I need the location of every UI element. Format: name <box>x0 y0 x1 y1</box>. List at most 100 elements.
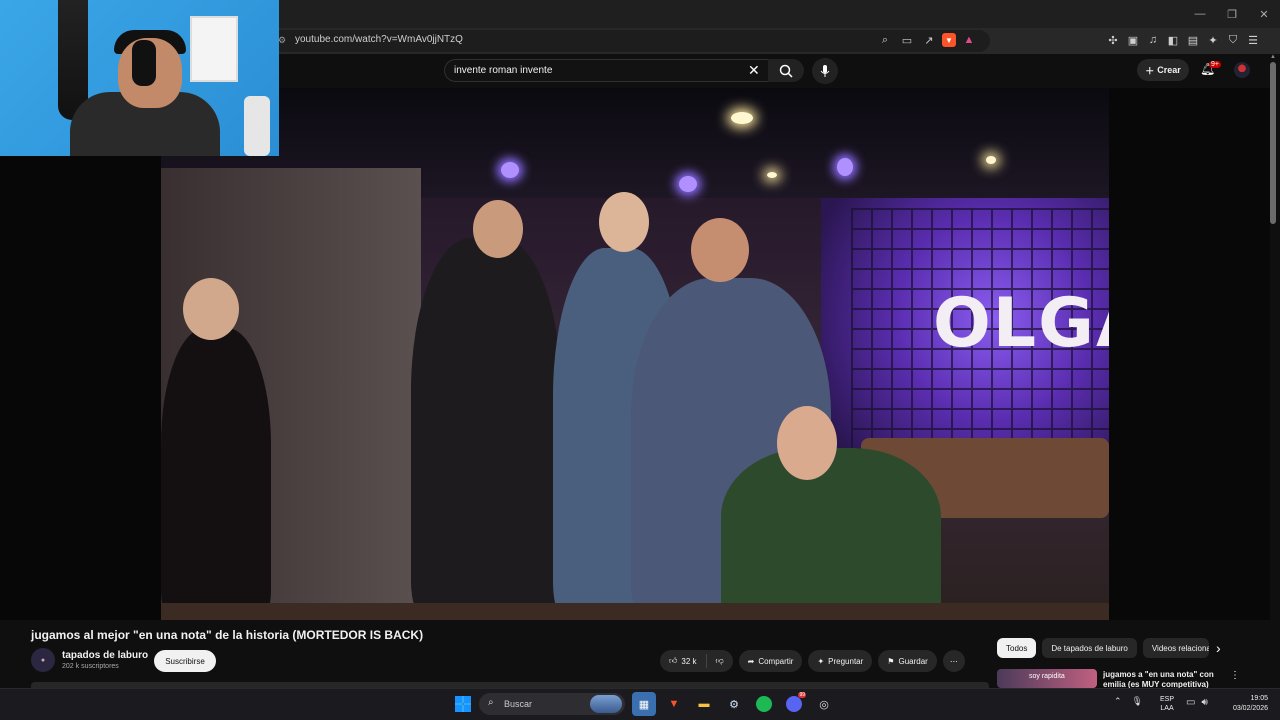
account-avatar[interactable] <box>1234 62 1250 78</box>
chip-channel[interactable]: De tapados de laburo <box>1042 638 1137 658</box>
like-button[interactable]: 👍︎ 32 k <box>660 650 706 672</box>
recommended-thumbnail[interactable]: soy rapidita <box>997 669 1097 688</box>
scroll-up-icon[interactable]: ▲ <box>1270 54 1276 60</box>
file-explorer-icon[interactable]: ▬ <box>692 692 716 716</box>
chip-all[interactable]: Todos <box>997 638 1037 658</box>
kebab-menu-icon[interactable]: ⋮ <box>1230 670 1240 681</box>
search-icon: ⌕ <box>488 697 494 708</box>
person-green-jacket <box>721 448 941 620</box>
leo-ai-icon[interactable]: ✦ <box>1204 31 1222 49</box>
task-view-icon[interactable]: ▦ <box>632 692 656 716</box>
person-head <box>691 218 749 282</box>
wall-poster <box>190 16 238 82</box>
more-actions-button[interactable]: ⋯ <box>942 650 965 672</box>
recommendation-chips: Todos De tapados de laburo Videos relaci… <box>997 638 1209 658</box>
water-bottle <box>244 96 270 156</box>
more-icon: ⋯ <box>949 656 958 666</box>
extensions-icon[interactable]: ✣ <box>1104 31 1122 49</box>
media-icon[interactable]: ♫ <box>1144 31 1162 49</box>
plus-icon: ＋ <box>1145 65 1155 76</box>
brave-browser-icon[interactable]: ▼ <box>662 692 686 716</box>
save-label: Guardar <box>898 656 928 666</box>
person-black-jacket <box>411 238 561 620</box>
person-head <box>777 406 837 480</box>
channel-avatar[interactable]: ● <box>31 648 55 672</box>
chip-related[interactable]: Videos relacionados <box>1142 638 1209 658</box>
url-text[interactable]: youtube.com/watch?v=WmAv0jjNTzQ <box>295 34 463 45</box>
zoom-icon[interactable]: ⌕ <box>876 31 894 49</box>
like-count: 32 k <box>681 656 697 666</box>
search-button[interactable] <box>768 59 804 82</box>
brave-rewards-icon[interactable]: ▲ <box>960 31 978 49</box>
obs-icon[interactable]: ◎ <box>812 692 836 716</box>
save-button[interactable]: ⚑ Guardar <box>878 650 937 672</box>
person-head <box>183 278 239 340</box>
share-label: Compartir <box>758 656 794 666</box>
reader-icon[interactable]: ▣ <box>1124 31 1142 49</box>
recommended-title[interactable]: jugamos a "en una nota" con emilia (es M… <box>1103 670 1221 688</box>
maximize-icon[interactable]: ❐ <box>1216 0 1248 28</box>
network-icon[interactable]: ▭ <box>1186 697 1195 708</box>
person-head <box>599 192 649 252</box>
search-highlight-art <box>590 695 622 713</box>
site-info-icon[interactable]: ⚙ <box>278 35 288 45</box>
search-icon <box>779 64 793 78</box>
minimize-icon[interactable]: — <box>1184 0 1216 28</box>
studio-desk <box>161 603 1109 620</box>
close-window-icon[interactable]: ✕ <box>1248 0 1280 28</box>
video-player[interactable]: OLGA <box>161 88 1109 620</box>
wallet-icon[interactable]: ▤ <box>1184 31 1202 49</box>
taskbar-clock[interactable]: 19:05 03/02/2026 <box>1222 694 1268 714</box>
player-left-margin <box>0 156 161 620</box>
menu-icon[interactable]: ☰ <box>1244 31 1262 49</box>
vpn-icon[interactable]: ⛉ <box>1224 31 1242 49</box>
page-scrollbar[interactable] <box>1270 62 1276 224</box>
search-query[interactable]: invente roman invente <box>454 65 552 76</box>
language-indicator[interactable]: ESP LAA <box>1160 695 1174 713</box>
stage-light <box>837 158 853 176</box>
window-controls: — ❐ ✕ <box>1184 0 1280 28</box>
cast-icon[interactable]: ▭ <box>898 31 916 49</box>
subscriber-count: 202 k suscriptores <box>62 663 119 670</box>
share-url-icon[interactable]: ↗ <box>920 31 938 49</box>
voice-search-button[interactable] <box>812 58 838 84</box>
thumbnail-text: soy rapidita <box>1029 673 1065 680</box>
volume-icon[interactable]: 🔊︎ <box>1201 697 1207 708</box>
channel-name[interactable]: tapados de laburo <box>62 650 148 661</box>
discord-badge: 99 <box>798 692 806 698</box>
sparkle-icon: ✦ <box>817 656 825 666</box>
discord-icon[interactable]: 99 <box>782 692 806 716</box>
studio-sign: OLGA <box>933 284 1109 363</box>
ask-button[interactable]: ✦ Preguntar <box>808 650 873 672</box>
microphone-tray-icon[interactable]: 🎙︎ <box>1132 696 1143 707</box>
stage-light <box>731 112 753 124</box>
notifications-badge: 9+ <box>1209 61 1221 68</box>
streamer-headset <box>132 40 156 86</box>
clock-time: 19:05 <box>1250 695 1268 702</box>
tray-overflow-icon[interactable]: ⌃ <box>1114 696 1122 707</box>
player-right-margin <box>1109 88 1270 620</box>
windows-start-icon[interactable] <box>455 696 471 712</box>
language-primary: ESP <box>1160 696 1175 703</box>
create-button[interactable]: ＋ Crear <box>1137 59 1189 81</box>
sidebar-icon[interactable]: ◧ <box>1164 31 1182 49</box>
steam-icon[interactable]: ⚙ <box>722 692 746 716</box>
system-tray: ⌃ 🎙︎ <box>1114 696 1143 707</box>
share-button[interactable]: ➦ Compartir <box>738 650 803 672</box>
chevron-right-icon[interactable]: › <box>1216 640 1221 656</box>
spotify-icon[interactable] <box>752 692 776 716</box>
thumbs-down-icon: 👎︎ <box>715 656 724 665</box>
clock-date: 03/02/2026 <box>1232 705 1268 712</box>
url-actions: ⌕ ▭ ↗ ▼ ▲ <box>876 31 978 49</box>
video-title: jugamos al mejor "en una nota" de la his… <box>31 628 424 642</box>
system-icons: ▭ 🔊︎ <box>1186 697 1208 708</box>
person-left <box>161 328 271 620</box>
share-icon: ➦ <box>747 656 755 666</box>
thumbs-up-icon: 👍︎ <box>669 656 678 665</box>
subscribe-button[interactable]: Suscribirse <box>154 650 216 672</box>
dislike-button[interactable]: 👎︎ <box>707 650 733 672</box>
stage-light <box>767 172 777 178</box>
clear-search-icon[interactable]: ✕ <box>748 62 760 79</box>
brave-shields-icon[interactable]: ▼ <box>942 33 956 47</box>
like-dislike-group: 👍︎ 32 k 👎︎ <box>660 650 733 672</box>
